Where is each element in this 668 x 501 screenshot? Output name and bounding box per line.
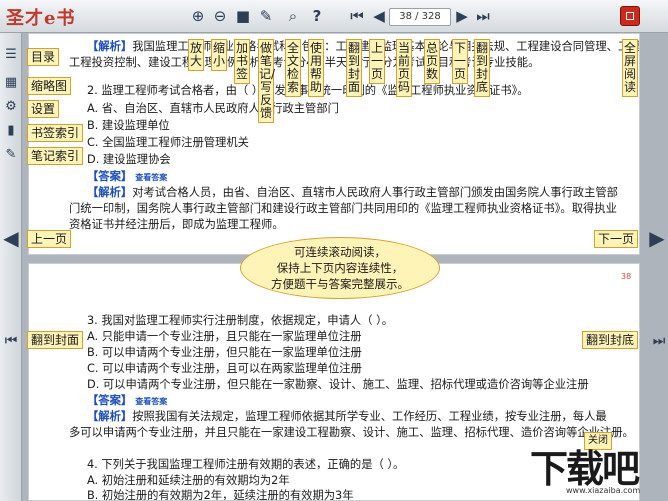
callout-total-pages: 总页数 [424, 39, 440, 84]
left-sidebar: ☰ ▦ ⚙ ▮ ✎ ◀ ⏮ [0, 33, 22, 501]
settings-icon[interactable]: ⚙ [3, 99, 19, 115]
option-a: A. 初始注册和延续注册的有效期均为2年 [87, 474, 290, 487]
option-b: B. 可以申请两个专业注册，但只能在一家监理单位注册 [87, 346, 362, 359]
prev-page-icon[interactable]: ◀ [370, 7, 388, 25]
last-page-side-icon[interactable]: ⏭ [652, 321, 666, 361]
option-a: A. 省、自治区、直辖市人民政府人事行政主管部门 [87, 102, 339, 115]
callout-side-next: 下一页 [594, 230, 639, 248]
option-c: C. 全国监理工程师注册管理机关 [87, 136, 249, 149]
app-logo: 圣才e书 [6, 8, 76, 29]
tip-line: 方便题干与答案完整展示。 [271, 277, 409, 291]
callout-side-last: 翻到封底 [582, 331, 639, 349]
first-page-icon[interactable]: ⏮ [348, 7, 366, 25]
callout-bookmark-index: 书签索引 [27, 124, 84, 142]
callout-fullscreen: 全屏阅读 [622, 39, 638, 97]
analysis-line: 【解析】按照我国有关法规定，监理工程师依据其所学专业、工作经历、工程业绩，按专业… [87, 410, 607, 423]
watermark-url: www.xiazaiba.com [566, 486, 641, 495]
view-answer-link[interactable]: 查看答案 [135, 397, 167, 406]
option-b: B. 建设监理单位 [87, 119, 170, 132]
page-number: 38 [621, 272, 632, 281]
ebook-reader-window: 圣才e书 ⊕ ⊖ ■ ✎ ⌕ ? ⏮ ◀ 38 / 328 ▶ ⏭ ☰ ▦ ⚙ … [0, 0, 668, 501]
note-edit-icon[interactable]: ✎ [257, 7, 275, 25]
callout-toc: 目录 [27, 48, 60, 66]
analysis-line: 资格证书并经注册后，即成为监理工程师。 [69, 218, 284, 231]
callout-note-index: 笔记索引 [27, 147, 84, 165]
help-icon[interactable]: ? [308, 7, 326, 25]
prev-page-arrow-icon[interactable]: ◀ [2, 203, 20, 273]
tip-line: 可连续滚动阅读， [294, 245, 386, 259]
last-page-icon[interactable]: ⏭ [474, 7, 492, 25]
callout-side-prev: 上一页 [27, 230, 72, 248]
callout-zoom-out: 缩小 [211, 39, 227, 71]
analysis-line: 门统一印制，国务院人事行政主管部门和建设行政主管部门共同用印的《监理工程师执业资… [69, 202, 617, 215]
zoom-out-icon[interactable]: ⊖ [211, 7, 229, 25]
callout-add-bookmark: 加书签 [234, 39, 250, 84]
watermark-logo: 下载吧 www.xiazaiba.com [516, 434, 666, 498]
callout-thumbnails: 缩略图 [27, 77, 72, 95]
top-toolbar: 圣才e书 ⊕ ⊖ ■ ✎ ⌕ ? ⏮ ◀ 38 / 328 ▶ ⏭ [0, 0, 668, 33]
callout-help: 使用帮助 [308, 39, 324, 97]
watermark-text: 下载吧 [530, 447, 640, 491]
fullscreen-button[interactable] [620, 6, 640, 26]
page-indicator[interactable]: 38 / 328 [389, 8, 451, 26]
callout-next-page: 下一页 [452, 39, 468, 84]
first-page-side-icon[interactable]: ⏮ [4, 321, 18, 361]
thumbnails-icon[interactable]: ▦ [3, 75, 19, 91]
next-page-arrow-icon[interactable]: ▶ [648, 203, 666, 273]
option-d: D. 建设监理协会 [87, 153, 171, 166]
bookmark-icon[interactable]: ■ [234, 7, 252, 25]
callout-last-page: 翻到封底 [474, 39, 490, 97]
option-a: A. 只能申请一个专业注册，且只能在一家监理单位注册 [87, 330, 362, 343]
answer-label: 【答案】 查看答案 [87, 394, 168, 407]
option-d: D. 可以申请两个专业注册，但只能在一家勘察、设计、施工、监理、招标代理或造价咨… [87, 378, 589, 391]
answer-label: 【答案】 查看答案 [87, 170, 168, 183]
view-answer-link[interactable]: 查看答案 [135, 173, 167, 182]
analysis-line: 【解析】对考试合格人员，由省、自治区、直辖市人民政府人事行政主管部门颁发由国务院… [87, 186, 618, 199]
question-3: 3. 我国对监理工程师实行注册制度，依据规定，申请人（ ）。 [87, 314, 394, 327]
tip-line: 保持上下页内容连续性， [276, 261, 404, 275]
bookmark-index-icon[interactable]: ▮ [3, 123, 19, 139]
callout-search: 全文检索 [285, 39, 301, 97]
next-page-icon[interactable]: ▶ [453, 7, 471, 25]
callout-side-first: 翻到封面 [27, 331, 84, 349]
toc-icon[interactable]: ☰ [3, 47, 19, 63]
question-4: 4. 下列关于我国监理工程师注册有效期的表述，正确的是（ ）。 [87, 458, 405, 471]
option-b: B. 初始注册的有效期为2年，延续注册的有效期为3年 [87, 489, 354, 501]
callout-zoom-in: 放大 [188, 39, 204, 71]
option-c: C. 可以申请两个专业注册，且可以在两家监理单位注册 [87, 362, 362, 375]
text-line: 【解析】我国监理工程师执业资格考试科目包括：工程建设监理基本理论与相关法规、工程… [87, 40, 639, 53]
callout-first-page: 翻到封面 [346, 39, 362, 97]
page-37: 【解析】我国监理工程师执业资格考试科目包括：工程建设监理基本理论与相关法规、工程… [28, 33, 640, 255]
fullscreen-icon [626, 12, 634, 20]
text-line: 工程投资控制、建设工程监理案例分析。考试分4个半天进行，分为考试科目和考试专业技… [69, 56, 540, 69]
callout-current-page: 当前页码 [396, 39, 412, 97]
callout-settings: 设置 [27, 100, 60, 118]
scroll-reading-tip: 可连续滚动阅读， 保持上下页内容连续性， 方便题干与答案完整展示。 [240, 237, 440, 299]
callout-note: 做笔记/写反馈 [258, 39, 275, 123]
zoom-in-icon[interactable]: ⊕ [189, 7, 207, 25]
note-index-icon[interactable]: ✎ [3, 147, 19, 163]
search-icon[interactable]: ⌕ [284, 7, 302, 25]
callout-prev-page: 上一页 [369, 39, 385, 84]
